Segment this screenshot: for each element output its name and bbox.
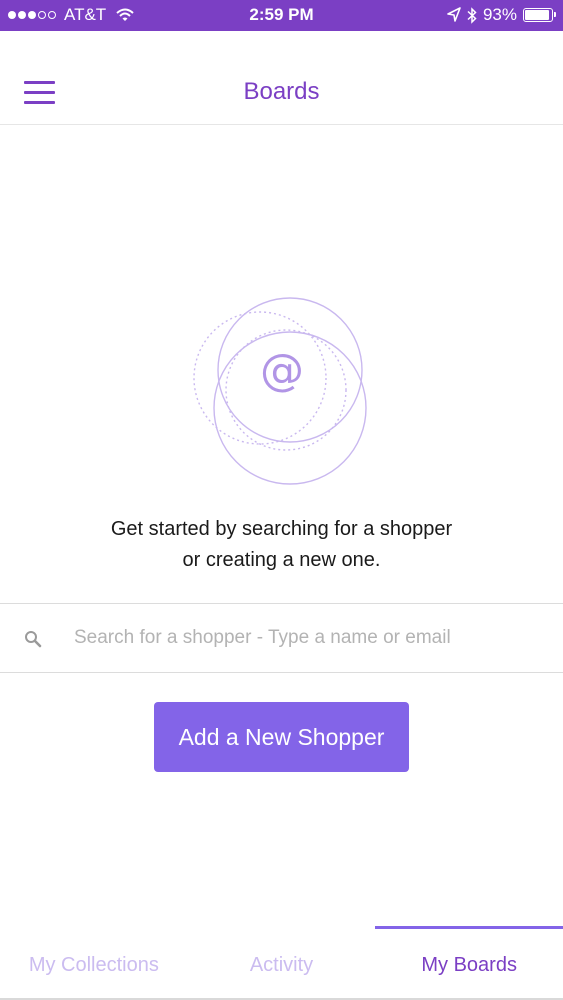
battery-percent: 93% — [482, 5, 517, 24]
page-title: Boards — [243, 78, 320, 105]
location-arrow-icon — [447, 7, 461, 22]
tab-my-boards[interactable]: My Boards — [375, 926, 563, 998]
empty-state-message: Get started by searching for a shopper o… — [0, 514, 563, 576]
nav-bar: Boards — [0, 31, 563, 125]
tab-bar: My Collections Activity My Boards — [0, 926, 563, 1000]
status-bar: AT&T 2:59 PM 93% — [0, 0, 563, 31]
search-input[interactable] — [74, 618, 544, 658]
status-right: 93% — [447, 5, 556, 25]
add-new-shopper-button[interactable]: Add a New Shopper — [154, 702, 409, 772]
search-icon — [25, 631, 42, 648]
battery-level — [525, 10, 550, 20]
battery-icon — [523, 8, 556, 22]
empty-state-line-1: Get started by searching for a shopper — [110, 518, 453, 540]
at-sign-illustration: @ — [182, 290, 382, 500]
empty-state-line-2: or creating a new one. — [182, 549, 381, 571]
bluetooth-icon — [467, 6, 477, 24]
at-sign-icon: @ — [260, 345, 304, 396]
tab-my-collections[interactable]: My Collections — [0, 926, 188, 998]
search-bar — [0, 603, 563, 673]
tab-activity[interactable]: Activity — [188, 926, 376, 998]
